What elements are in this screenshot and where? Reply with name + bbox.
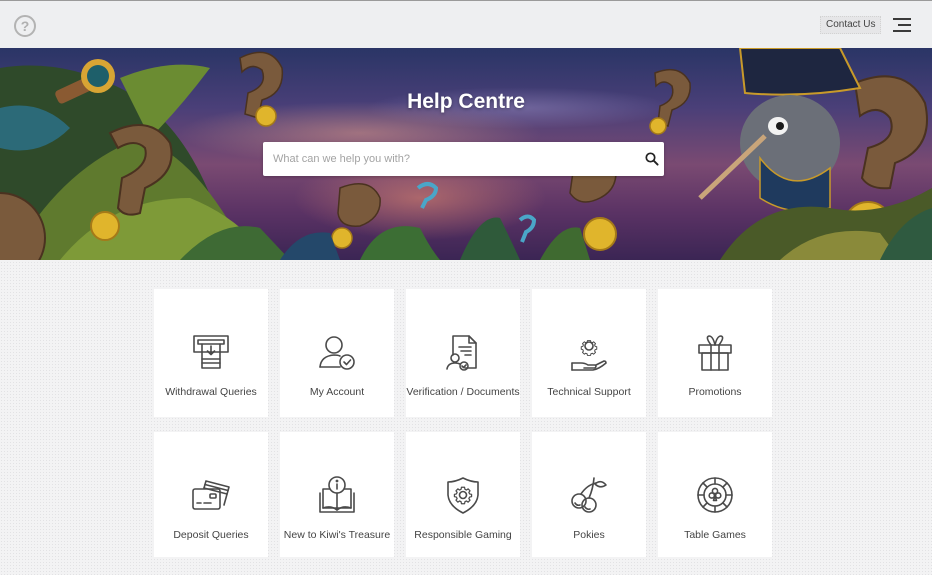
book-info-icon (317, 475, 357, 515)
fern-foliage-bottom (280, 217, 590, 260)
help-glyph: ? (20, 18, 30, 34)
category-label: Responsible Gaming (414, 529, 512, 541)
gear-hand-icon (569, 333, 609, 373)
category-label: Pokies (573, 529, 605, 541)
category-card-pokies[interactable]: Pokies (532, 432, 646, 557)
gift-icon (695, 333, 735, 373)
document-verification-icon (443, 333, 483, 373)
hamburger-menu-icon[interactable] (891, 18, 911, 32)
category-label: New to Kiwi's Treasure (283, 529, 391, 541)
category-card-verification-documents[interactable]: Verification / Documents (406, 289, 520, 417)
top-bar: ? Contact Us (0, 0, 932, 48)
category-label: Deposit Queries (173, 529, 249, 541)
user-check-icon (317, 333, 357, 373)
category-card-responsible-gaming[interactable]: Responsible Gaming (406, 432, 520, 557)
menu-line (893, 18, 911, 20)
shield-gear-icon (443, 475, 483, 515)
page-title: Help Centre (407, 90, 525, 113)
atm-withdrawal-icon (191, 333, 231, 373)
search-input[interactable] (263, 142, 633, 176)
category-card-new-to-kiwis-treasure[interactable]: New to Kiwi's Treasure (280, 432, 394, 557)
cherries-icon (569, 475, 609, 515)
category-label: Verification / Documents (406, 386, 520, 398)
category-grid: Withdrawal Queries My Account Verificati… (154, 289, 772, 557)
menu-line (893, 30, 911, 32)
credit-cards-icon (191, 475, 231, 515)
category-label: Promotions (688, 386, 742, 398)
search-icon[interactable] (645, 152, 659, 166)
category-card-my-account[interactable]: My Account (280, 289, 394, 417)
category-card-deposit-queries[interactable]: Deposit Queries (154, 432, 268, 557)
category-label: Table Games (684, 529, 746, 541)
category-card-technical-support[interactable]: Technical Support (532, 289, 646, 417)
pirate-kiwi (698, 48, 862, 213)
casino-chip-icon (695, 475, 735, 515)
category-card-table-games[interactable]: Table Games (658, 432, 772, 557)
search-bar (263, 142, 664, 176)
category-card-withdrawal-queries[interactable]: Withdrawal Queries (154, 289, 268, 417)
category-label: Withdrawal Queries (165, 386, 257, 398)
category-label: Technical Support (547, 386, 631, 398)
menu-line (898, 24, 911, 26)
contact-us-button[interactable]: Contact Us (820, 16, 882, 34)
hero-banner: Help Centre (0, 48, 932, 260)
question-circle-icon[interactable]: ? (14, 15, 36, 37)
category-label: My Account (309, 386, 365, 398)
category-card-promotions[interactable]: Promotions (658, 289, 772, 417)
